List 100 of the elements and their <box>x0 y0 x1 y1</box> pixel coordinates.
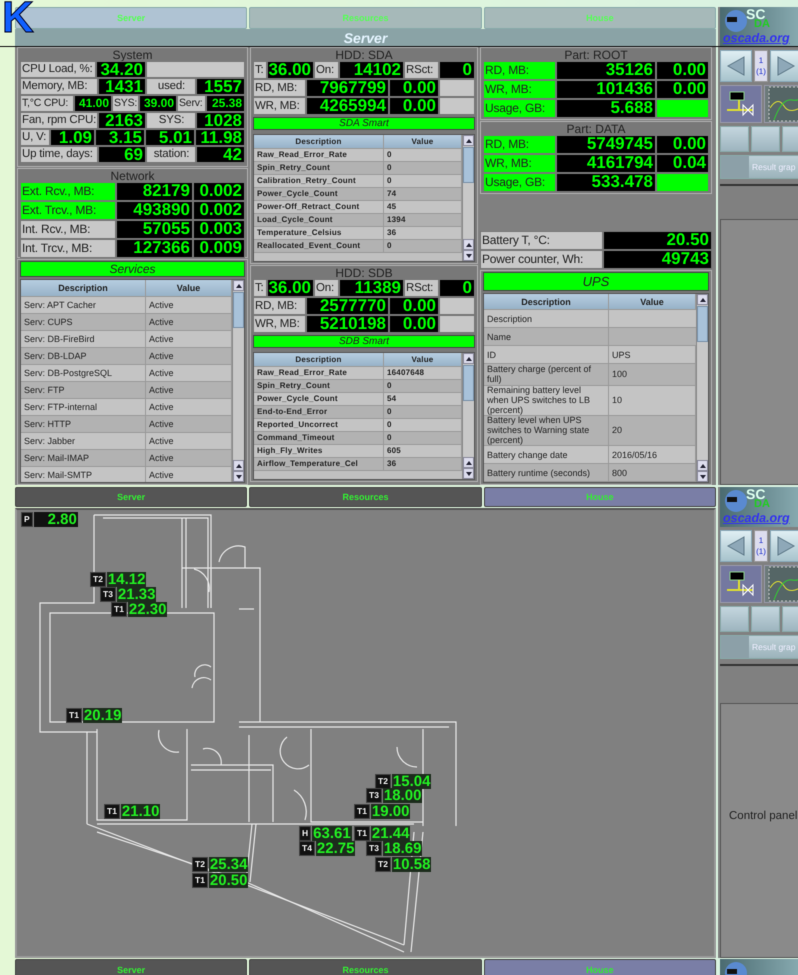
field-label: Int. Trcv., MB: <box>20 239 116 258</box>
column-header[interactable]: Description <box>254 135 384 148</box>
value-display: 5.01 <box>145 129 195 146</box>
sensor-tag: T1 <box>192 873 208 888</box>
value-display: 1431 <box>98 78 146 95</box>
sensor-tag: T1 <box>111 602 127 617</box>
table-cell: End-to-End_Error <box>254 406 384 418</box>
logo[interactable]: SC DA oscada.org <box>720 7 798 47</box>
sensor-value: 21.33 <box>116 587 156 602</box>
chart-icon[interactable] <box>764 565 798 603</box>
value-display: 7967799 <box>306 79 389 97</box>
thumbnail-icon[interactable] <box>751 126 780 152</box>
previous-button[interactable] <box>720 530 752 562</box>
value-display: 493890 <box>116 201 193 220</box>
field-label: WR, MB: <box>483 80 556 99</box>
logo-text: DA <box>754 19 770 30</box>
sensor-value: 21.10 <box>120 804 160 819</box>
table-cell: Raw_Read_Error_Rate <box>254 149 384 161</box>
tab[interactable]: Resources <box>249 959 482 975</box>
sensor-value: 63.61 <box>312 826 352 841</box>
field-label: Memory, MB: <box>20 78 98 95</box>
sensor-tag: T4 <box>299 841 315 856</box>
panel-title: HDD: SDA <box>334 49 394 61</box>
value-display: 0.00 <box>389 315 439 333</box>
table-cell: Serv: Jabber <box>21 433 146 449</box>
sensor-tag: T3 <box>100 587 116 602</box>
panel-title: HDD: SDB <box>334 267 394 279</box>
section-header: Services <box>20 261 245 277</box>
value-display: 101436 <box>556 80 656 99</box>
field-label: On: <box>314 61 339 79</box>
chart-icon[interactable] <box>764 85 798 123</box>
field-label: Serv: <box>177 95 206 112</box>
sensor-value: 22.30 <box>128 602 168 617</box>
value-display: 35126 <box>556 61 656 80</box>
sensor-value: 19.00 <box>370 804 410 819</box>
previous-button[interactable] <box>720 50 752 82</box>
field-label: WR, MB: <box>253 97 306 115</box>
next-button[interactable] <box>770 530 798 562</box>
left-arrow-icon <box>726 535 746 557</box>
value-display: 69 <box>98 146 146 163</box>
value-display: 4161794 <box>556 154 656 173</box>
value-display: 36.00 <box>267 279 314 297</box>
tab[interactable]: Server <box>15 959 248 975</box>
table-cell: Command_Timeout <box>254 432 384 444</box>
tab[interactable]: Resources <box>249 487 482 507</box>
section-header: SDA Smart <box>253 117 475 130</box>
table-cell: Serv: DB-FireBird <box>21 331 146 347</box>
page-indicator: 1 (1) <box>754 50 768 82</box>
field-label: T,°C CPU: <box>20 95 74 112</box>
thumbnail-icon[interactable] <box>720 126 749 152</box>
right-arrow-icon <box>776 55 796 77</box>
sensor-value: 20.19 <box>82 708 122 723</box>
panel-title: System <box>111 49 154 61</box>
field-label: Usage, GB: <box>483 173 556 192</box>
column-header[interactable]: Description <box>254 353 384 366</box>
value-display: 2577770 <box>306 297 389 315</box>
thumbnail-icon[interactable] <box>751 606 780 632</box>
thumbnail-icon[interactable] <box>720 606 749 632</box>
next-button[interactable] <box>770 50 798 82</box>
value-display: 5749745 <box>556 135 656 154</box>
tab[interactable]: House <box>484 487 716 507</box>
sensor-tag: T1 <box>104 804 120 819</box>
value-display: 20.50 <box>603 231 712 250</box>
tab[interactable]: House <box>484 959 716 975</box>
section-header: UPS <box>483 272 709 291</box>
value-display: 1557 <box>196 78 245 95</box>
scrollbar[interactable] <box>462 353 474 479</box>
tab[interactable]: Server <box>15 487 248 507</box>
scrollbar[interactable] <box>232 280 244 482</box>
panel-title: Part: ROOT <box>563 49 629 61</box>
scrollbar[interactable] <box>462 135 474 261</box>
table-cell: High_Fly_Writes <box>254 445 384 457</box>
section-header: SDB Smart <box>253 335 475 348</box>
sensor-value: 18.00 <box>382 788 422 803</box>
value-display: 1.09 <box>50 129 95 146</box>
scrollbar[interactable] <box>696 294 708 482</box>
value-display: 0.003 <box>193 220 245 239</box>
valve-icon[interactable] <box>720 565 762 603</box>
field-label: Usage, GB: <box>483 99 556 118</box>
table-cell: Battery change date <box>484 446 609 464</box>
table-cell: Battery runtime (seconds) <box>484 464 609 482</box>
value-display: 4265994 <box>306 97 389 115</box>
right-arrow-icon <box>776 535 796 557</box>
sensor-tag: T3 <box>366 841 382 856</box>
valve-icon[interactable] <box>720 85 762 123</box>
value-display: 34.20 <box>96 61 146 78</box>
value-display: 25.38 <box>206 95 245 112</box>
sensor-value: 25.34 <box>208 857 248 872</box>
table-cell: Serv: DB-PostgreSQL <box>21 365 146 381</box>
column-header[interactable]: Description <box>484 294 609 309</box>
column-header[interactable]: Description <box>21 280 146 296</box>
table-cell: Description <box>484 310 609 327</box>
field-label: On: <box>314 279 339 297</box>
table-cell: Spin_Retry_Count <box>254 162 384 174</box>
table-cell: Temperature_Celsius <box>254 227 384 239</box>
value-display: 0.002 <box>193 182 245 201</box>
logo[interactable]: SC DA oscada.org <box>720 487 798 527</box>
value-display: 5.688 <box>556 99 656 118</box>
value-display: 3.15 <box>95 129 145 146</box>
table-cell: Power-Off_Retract_Count <box>254 201 384 213</box>
